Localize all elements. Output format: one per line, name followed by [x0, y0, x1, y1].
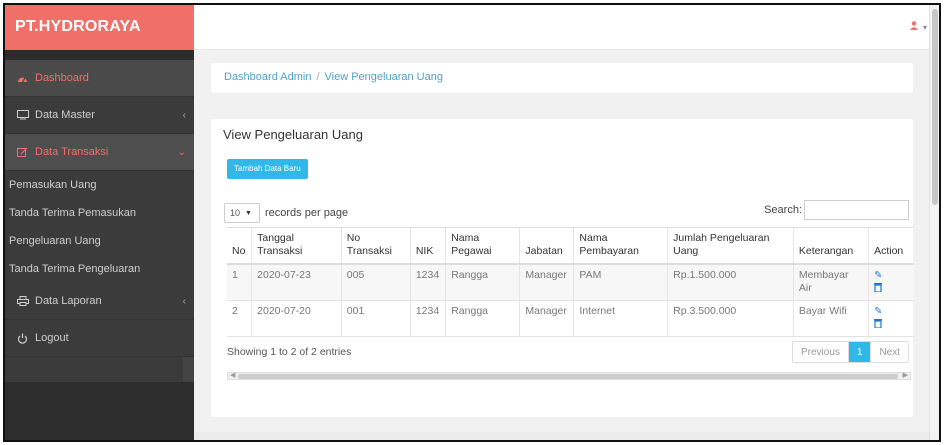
table-cell: 2020-07-20: [251, 300, 342, 337]
user-icon: [910, 21, 921, 33]
submenu-item-pemasukan-uang[interactable]: Pemasukan Uang: [5, 171, 194, 199]
table-cell: Rp.3.500.000: [667, 300, 794, 337]
sidebar-item-data-laporan[interactable]: Data Laporan ‹: [5, 283, 194, 320]
table-cell: 005: [340, 264, 411, 301]
column-header[interactable]: Tanggal Transaksi: [251, 227, 342, 265]
table-cell: PAM: [573, 264, 668, 301]
pagination: Previous 1 Next: [791, 341, 909, 363]
previous-page-button[interactable]: Previous: [792, 342, 849, 362]
content-card: View Pengeluaran Uang Tambah Data Baru 1…: [211, 119, 914, 417]
column-header[interactable]: Nama Pembayaran: [573, 227, 668, 265]
table-cell: 001: [340, 300, 411, 337]
table-cell: 1234: [409, 264, 446, 301]
sidebar-item-dashboard[interactable]: Dashboard: [5, 60, 194, 97]
table-header-row: No Tanggal Transaksi No Transaksi NIK Na…: [227, 227, 914, 265]
column-header[interactable]: Jumlah Pengeluaran Uang: [667, 227, 794, 265]
data-table: No Tanggal Transaksi No Transaksi NIK Na…: [227, 227, 914, 337]
sidebar-item-label: Logout: [35, 332, 69, 344]
table-cell: Rangga: [445, 300, 520, 337]
records-per-page-value: 10: [230, 208, 241, 218]
table-cell: 1234: [409, 300, 446, 337]
column-header[interactable]: No: [227, 227, 252, 265]
breadcrumb-home-link[interactable]: Dashboard Admin: [224, 71, 311, 83]
sidebar-item-label: Data Master: [35, 109, 95, 121]
trash-delete-icon[interactable]: [874, 283, 883, 295]
chevron-down-icon: ⌄: [177, 146, 186, 158]
table-info: Showing 1 to 2 of 2 entries: [227, 346, 352, 358]
pencil-edit-icon[interactable]: ✎: [874, 270, 882, 281]
top-navbar: ▾: [194, 5, 939, 50]
table-cell: Manager: [519, 264, 574, 301]
search-input[interactable]: [804, 200, 909, 220]
breadcrumb: Dashboard Admin / View Pengeluaran Uang: [211, 63, 913, 93]
chevron-left-icon: ‹: [182, 295, 186, 307]
next-page-button[interactable]: Next: [870, 342, 908, 362]
sidebar: PT.HYDRORAYA Dashboard Data Master ‹ Dat…: [5, 5, 194, 440]
page-1-button[interactable]: 1: [848, 342, 871, 362]
table-cell: Rp.1.500.000: [667, 264, 794, 301]
sidebar-item-label: Data Transaksi: [35, 146, 109, 158]
table-row: 1 2020-07-23 005 1234 Rangga Manager PAM…: [227, 264, 914, 301]
scrollbar-thumb[interactable]: [238, 374, 898, 379]
page-scrollbar[interactable]: [929, 5, 939, 440]
column-header[interactable]: No Transaksi: [340, 227, 411, 265]
action-cell: ✎: [868, 300, 914, 337]
table-cell: Bayar Wifi: [792, 300, 869, 337]
chevron-left-icon: ‹: [182, 109, 186, 121]
sidebar-item-data-master[interactable]: Data Master ‹: [5, 97, 194, 134]
table-horizontal-scrollbar[interactable]: ◀ ▶: [227, 372, 911, 380]
search-box: Search:: [764, 200, 909, 220]
scroll-left-icon[interactable]: ◀: [230, 371, 235, 379]
records-per-page-label: records per page: [265, 207, 349, 219]
table-cell: 2: [227, 300, 252, 337]
add-new-button[interactable]: Tambah Data Baru: [227, 159, 308, 179]
records-per-page-select[interactable]: 10 ▼: [224, 203, 260, 223]
sidebar-footer: [5, 382, 194, 440]
power-icon: [17, 333, 35, 344]
table-cell: 1: [227, 264, 252, 301]
user-menu-dropdown[interactable]: ▾: [910, 21, 927, 33]
scrollbar-thumb[interactable]: [932, 9, 938, 205]
column-header[interactable]: Nama Pegawai: [445, 227, 520, 265]
column-header[interactable]: NIK: [409, 227, 446, 265]
submenu-data-transaksi: Pemasukan Uang Tanda Terima Pemasukan Pe…: [5, 171, 194, 283]
page-title: View Pengeluaran Uang: [223, 127, 363, 142]
monitor-icon: [17, 110, 35, 120]
dashboard-gauge-icon: [17, 74, 35, 83]
table-cell: 2020-07-23: [251, 264, 342, 301]
submenu-item-tanda-terima-pengeluaran[interactable]: Tanda Terima Pengeluaran: [5, 255, 194, 283]
column-header[interactable]: Keterangan: [792, 227, 869, 265]
table-cell: Membayar Air: [792, 264, 869, 301]
column-header[interactable]: Jabatan: [519, 227, 574, 265]
action-cell: ✎: [868, 264, 914, 301]
sidebar-item-data-transaksi[interactable]: Data Transaksi ⌄: [5, 134, 194, 171]
sidebar-item-label: Dashboard: [35, 72, 89, 84]
edit-icon: [17, 147, 35, 158]
sidebar-item-logout[interactable]: Logout: [5, 320, 194, 357]
search-label: Search:: [764, 204, 802, 216]
brand-divider: [5, 50, 194, 60]
sidebar-item-label: Data Laporan: [35, 295, 102, 307]
pencil-edit-icon[interactable]: ✎: [874, 306, 882, 317]
scroll-right-icon[interactable]: ▶: [903, 371, 908, 379]
table-cell: Rangga: [445, 264, 520, 301]
column-header[interactable]: Action: [868, 227, 914, 265]
records-per-page: 10 ▼ records per page: [224, 203, 348, 223]
table-cell: Internet: [573, 300, 668, 337]
breadcrumb-current: View Pengeluaran Uang: [324, 71, 443, 83]
print-icon: [17, 296, 35, 306]
caret-down-icon: ▾: [922, 23, 927, 32]
app-frame: PT.HYDRORAYA Dashboard Data Master ‹ Dat…: [3, 3, 941, 442]
submenu-item-pengeluaran-uang[interactable]: Pengeluaran Uang: [5, 227, 194, 255]
dropdown-arrow-icon: ▼: [245, 209, 252, 217]
submenu-item-tanda-terima-pemasukan[interactable]: Tanda Terima Pemasukan: [5, 199, 194, 227]
table-row: 2 2020-07-20 001 1234 Rangga Manager Int…: [227, 300, 914, 337]
trash-delete-icon[interactable]: [874, 319, 883, 331]
table-cell: Manager: [519, 300, 574, 337]
breadcrumb-separator: /: [316, 71, 320, 83]
page-footer-band: [194, 432, 929, 440]
brand-logo[interactable]: PT.HYDRORAYA: [5, 5, 194, 50]
